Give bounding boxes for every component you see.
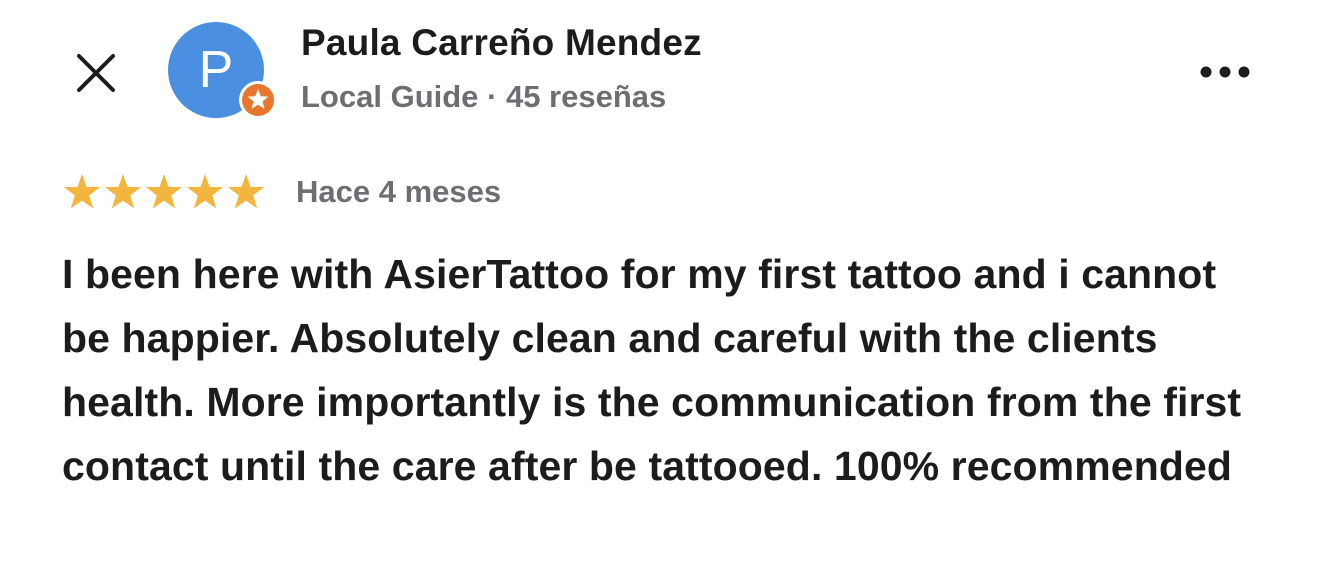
review-text: I been here with AsierTattoo for my firs… [62,251,1242,489]
more-options-button[interactable] [1198,60,1252,84]
star-icon [63,174,101,209]
author-name[interactable]: Paula Carreño Mendez [301,22,702,64]
local-guide-star-icon [239,81,277,119]
author-meta: Local Guide · 45 reseñas [301,79,667,114]
star-icon [104,174,142,209]
close-button[interactable] [76,53,116,93]
review-date: Hace 4 meses [296,174,502,209]
more-horizontal-icon [1200,66,1250,78]
review-detail-view: P Paula Carreño Mendez Local Guide · 45 … [0,0,1320,566]
star-icon [145,174,183,209]
star-icon [227,174,265,209]
close-icon [77,54,115,92]
star-icon [186,174,224,209]
star-rating [63,174,265,209]
